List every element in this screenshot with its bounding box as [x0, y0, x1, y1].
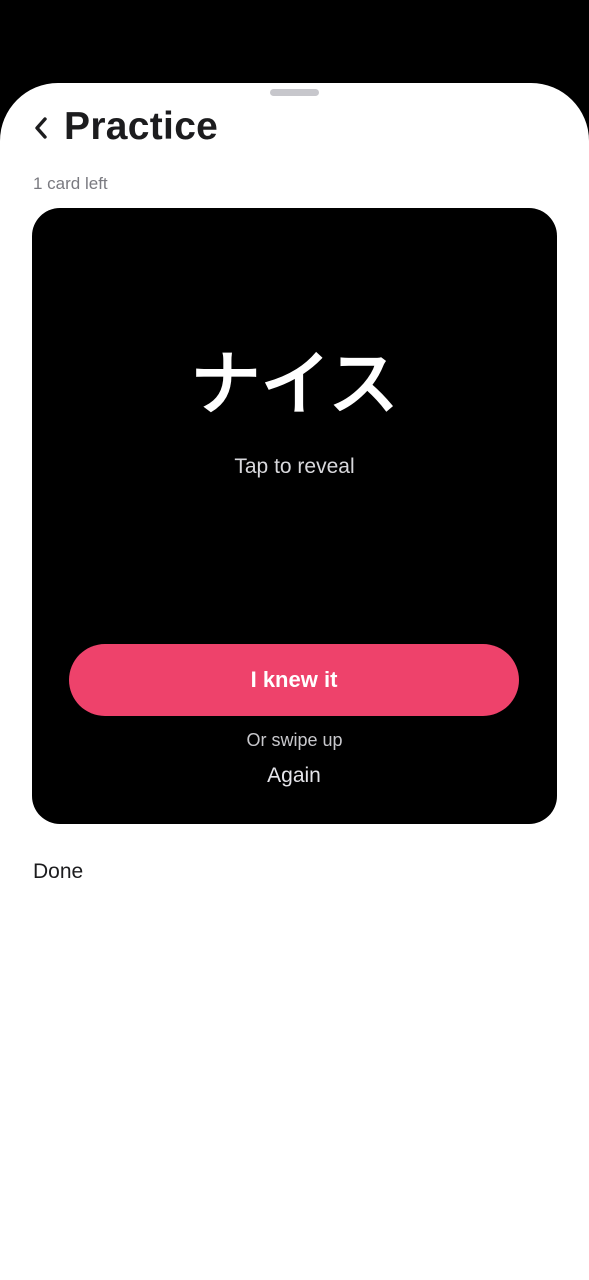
page-title: Practice — [64, 105, 219, 148]
flashcard-term: ナイス — [190, 343, 399, 425]
practice-sheet: Practice 1 card left ナイス Tap to reveal I… — [0, 83, 589, 1280]
tap-to-reveal-hint: Tap to reveal — [234, 455, 355, 478]
again-button[interactable]: Again — [244, 761, 344, 791]
flashcard[interactable]: ナイス Tap to reveal I knew it Or swipe up … — [32, 208, 557, 824]
back-button[interactable] — [26, 109, 56, 147]
swipe-up-hint: Or swipe up — [246, 730, 343, 750]
header: Practice — [0, 105, 589, 151]
i-knew-it-button[interactable]: I knew it — [69, 644, 519, 716]
sheet-grabber-handle[interactable] — [270, 89, 319, 96]
cards-left-count: 1 card left — [33, 174, 108, 193]
done-button[interactable]: Done — [33, 858, 83, 886]
chevron-left-icon — [35, 117, 47, 139]
